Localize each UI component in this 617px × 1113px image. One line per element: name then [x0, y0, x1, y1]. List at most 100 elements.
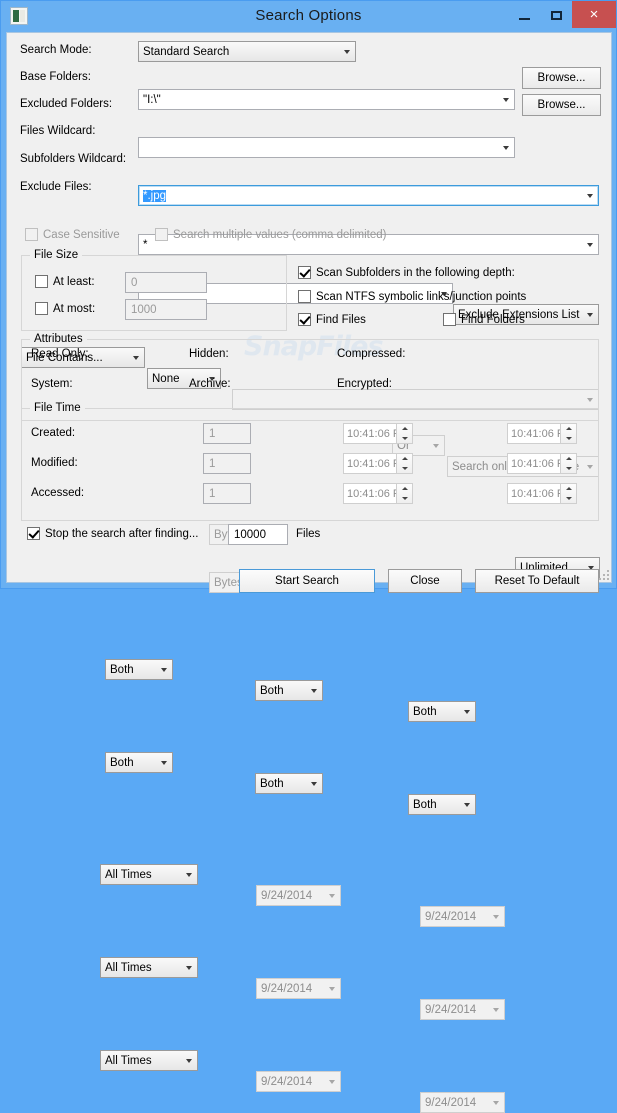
- modified-count-input[interactable]: 1: [203, 453, 251, 474]
- excluded-folders-label: Excluded Folders:: [20, 98, 113, 110]
- modified-time-from-value: 10:41:06 P: [347, 457, 401, 470]
- chevron-down-icon: [581, 235, 598, 254]
- archive-value: Both: [260, 777, 284, 790]
- at-most-value-input[interactable]: 1000: [125, 299, 207, 320]
- created-count-input[interactable]: 1: [203, 423, 251, 444]
- encrypted-combo[interactable]: Both: [408, 794, 476, 815]
- chevron-down-icon: [338, 42, 355, 61]
- spinner-buttons[interactable]: [560, 454, 576, 473]
- maximize-button[interactable]: [540, 3, 572, 28]
- chevron-down-icon: [305, 774, 322, 793]
- excluded-folders-combo[interactable]: [138, 137, 515, 158]
- files-wildcard-value: *.jpg: [143, 189, 167, 202]
- modified-time-to-spinner[interactable]: 10:41:06 P: [507, 453, 577, 474]
- spinner-buttons[interactable]: [396, 424, 412, 443]
- find-folders-checkbox[interactable]: Find Folders: [443, 313, 525, 326]
- created-date-from-value: 9/24/2014: [261, 889, 313, 902]
- at-least-checkbox[interactable]: At least:: [35, 275, 95, 288]
- minimize-button[interactable]: [508, 3, 540, 28]
- chevron-down-icon: [323, 886, 340, 905]
- modified-mode-combo[interactable]: All Times: [100, 957, 198, 978]
- base-folders-browse-button[interactable]: Browse...: [522, 67, 601, 89]
- base-folders-combo[interactable]: "I:\": [138, 89, 515, 110]
- checkbox-icon: [35, 275, 48, 288]
- accessed-count-input[interactable]: 1: [203, 483, 251, 504]
- created-time-to-value: 10:41:06 P: [511, 427, 565, 440]
- chevron-down-icon: [458, 702, 475, 721]
- close-button[interactable]: ×: [572, 1, 616, 28]
- stop-after-finding-label: Stop the search after finding...: [45, 527, 199, 540]
- checkbox-icon: [25, 228, 38, 241]
- spinner-down-icon: [397, 434, 412, 444]
- spinner-up-icon: [397, 424, 412, 434]
- stop-after-count-input[interactable]: 10000: [228, 524, 288, 545]
- created-date-to-combo[interactable]: 9/24/2014: [420, 906, 505, 927]
- compressed-combo[interactable]: Both: [408, 701, 476, 722]
- modified-time-from-spinner[interactable]: 10:41:06 P: [343, 453, 413, 474]
- exclude-files-label: Exclude Files:: [20, 181, 92, 193]
- at-least-value-input[interactable]: 0: [125, 272, 207, 293]
- read-only-combo[interactable]: Both: [105, 659, 173, 680]
- at-most-value: 1000: [131, 303, 157, 316]
- browse-label: Browse...: [537, 99, 586, 111]
- chevron-down-icon: [497, 90, 514, 109]
- excluded-folders-browse-button[interactable]: Browse...: [522, 94, 601, 116]
- accessed-count-value: 1: [209, 487, 216, 500]
- accessed-mode-combo[interactable]: All Times: [100, 1050, 198, 1071]
- spinner-up-icon: [561, 424, 576, 434]
- spinner-buttons[interactable]: [560, 424, 576, 443]
- created-date-from-combo[interactable]: 9/24/2014: [256, 885, 341, 906]
- created-count-value: 1: [209, 427, 216, 440]
- files-wildcard-combo[interactable]: *.jpg: [138, 185, 599, 206]
- at-most-checkbox[interactable]: At most:: [35, 302, 95, 315]
- accessed-time-from-spinner[interactable]: 10:41:06 P: [343, 483, 413, 504]
- search-multiple-values-checkbox[interactable]: Search multiple values (comma delimited): [155, 228, 386, 241]
- start-search-button[interactable]: Start Search: [239, 569, 375, 593]
- spinner-buttons[interactable]: [560, 484, 576, 503]
- base-folders-label: Base Folders:: [20, 71, 91, 83]
- checkbox-icon: [155, 228, 168, 241]
- spinner-buttons[interactable]: [396, 484, 412, 503]
- modified-date-from-combo[interactable]: 9/24/2014: [256, 978, 341, 999]
- system-label: System:: [31, 378, 73, 390]
- system-combo[interactable]: Both: [105, 752, 173, 773]
- search-mode-combo[interactable]: Standard Search: [138, 41, 356, 62]
- chevron-down-icon: [497, 138, 514, 157]
- spinner-buttons[interactable]: [396, 454, 412, 473]
- search-mode-row: Search Mode:: [20, 44, 136, 56]
- hidden-value: Both: [260, 684, 284, 697]
- accessed-time-to-spinner[interactable]: 10:41:06 P: [507, 483, 577, 504]
- resize-grip[interactable]: [597, 568, 609, 580]
- case-sensitive-checkbox[interactable]: Case Sensitive: [25, 228, 120, 241]
- modified-date-to-combo[interactable]: 9/24/2014: [420, 999, 505, 1020]
- hidden-label: Hidden:: [189, 348, 229, 360]
- browse-label: Browse...: [537, 72, 586, 84]
- spinner-up-icon: [397, 454, 412, 464]
- spinner-down-icon: [561, 494, 576, 504]
- dialog-client-area: SnapFiles Search Mode: Standard Search B…: [6, 32, 612, 1113]
- accessed-date-to-combo[interactable]: 9/24/2014: [420, 1092, 505, 1113]
- modified-date-from-value: 9/24/2014: [261, 982, 313, 995]
- at-least-value: 0: [131, 276, 138, 289]
- scan-ntfs-checkbox[interactable]: Scan NTFS symbolic links/junction points: [298, 290, 526, 303]
- close-dialog-button[interactable]: Close: [388, 569, 462, 593]
- hidden-combo[interactable]: Both: [255, 680, 323, 701]
- search-options-window: Search Options × SnapFiles Search Mode: …: [0, 0, 617, 1113]
- system-value: Both: [110, 756, 134, 769]
- compressed-value: Both: [413, 705, 437, 718]
- archive-label: Archive:: [189, 378, 231, 390]
- created-time-from-spinner[interactable]: 10:41:06 P: [343, 423, 413, 444]
- minimize-icon: [518, 17, 530, 20]
- files-wildcard-row: Files Wildcard:: [20, 125, 136, 137]
- archive-combo[interactable]: Both: [255, 773, 323, 794]
- accessed-date-from-combo[interactable]: 9/24/2014: [256, 1071, 341, 1092]
- scan-subfolders-label: Scan Subfolders in the following depth:: [316, 266, 515, 279]
- reset-label: Reset To Default: [494, 575, 580, 587]
- created-time-to-spinner[interactable]: 10:41:06 P: [507, 423, 577, 444]
- find-files-checkbox[interactable]: Find Files: [298, 313, 366, 326]
- chevron-down-icon: [305, 681, 322, 700]
- scan-subfolders-checkbox[interactable]: Scan Subfolders in the following depth:: [298, 266, 515, 279]
- stop-after-finding-checkbox[interactable]: Stop the search after finding...: [27, 527, 198, 540]
- created-mode-combo[interactable]: All Times: [100, 864, 198, 885]
- reset-to-default-button[interactable]: Reset To Default: [475, 569, 599, 593]
